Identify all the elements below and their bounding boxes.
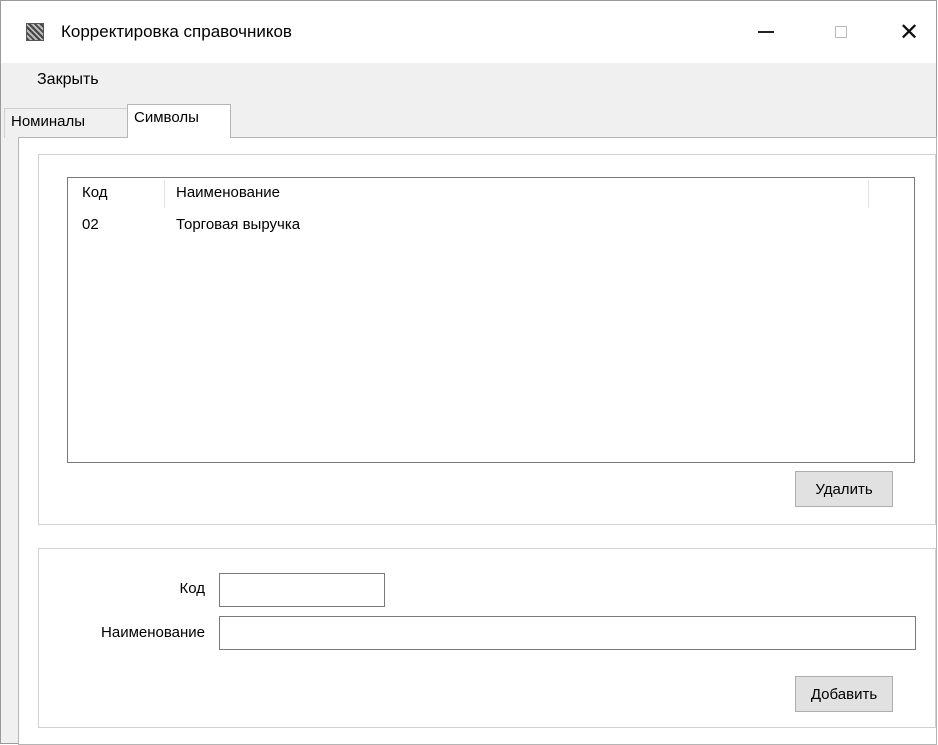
column-header-name[interactable]: Наименование — [176, 178, 280, 208]
symbols-list[interactable]: Код Наименование 02 Торговая выручка — [67, 177, 915, 463]
code-input[interactable] — [219, 573, 385, 607]
close-window-button[interactable]: ✕ — [886, 15, 932, 49]
close-icon: ✕ — [898, 18, 920, 46]
app-icon — [26, 23, 44, 41]
name-input[interactable] — [219, 616, 916, 650]
list-item-code: 02 — [82, 216, 99, 233]
add-button[interactable]: Добавить — [795, 676, 893, 712]
title-bar: Корректировка справочников ✕ — [1, 1, 936, 63]
minimize-button[interactable] — [743, 15, 789, 49]
code-label: Код — [179, 580, 205, 597]
list-header: Код Наименование — [68, 178, 914, 210]
menu-item-close[interactable]: Закрыть — [37, 71, 99, 89]
main-window: Корректировка справочников ✕ Закрыть Ном… — [0, 0, 937, 745]
maximize-button[interactable] — [818, 15, 864, 49]
column-header-code[interactable]: Код — [82, 178, 108, 208]
tab-nominals[interactable]: Номиналы — [4, 108, 129, 138]
delete-button[interactable]: Удалить — [795, 471, 893, 507]
menu-bar: Закрыть — [1, 63, 936, 97]
edit-group: Код Наименование Добавить — [38, 548, 936, 728]
list-group: Код Наименование 02 Торговая выручка Уда… — [38, 154, 936, 525]
column-separator[interactable] — [164, 180, 165, 208]
column-separator[interactable] — [868, 180, 869, 208]
name-label: Наименование — [101, 624, 205, 641]
tab-page-symbols: Код Наименование 02 Торговая выручка Уда… — [18, 137, 937, 745]
list-item[interactable]: 02 Торговая выручка — [68, 210, 914, 240]
tab-symbols[interactable]: Символы — [127, 104, 231, 138]
tab-strip: Номиналы Символы — [1, 104, 936, 138]
list-item-name: Торговая выручка — [176, 216, 301, 233]
window-title: Корректировка справочников — [61, 22, 292, 41]
